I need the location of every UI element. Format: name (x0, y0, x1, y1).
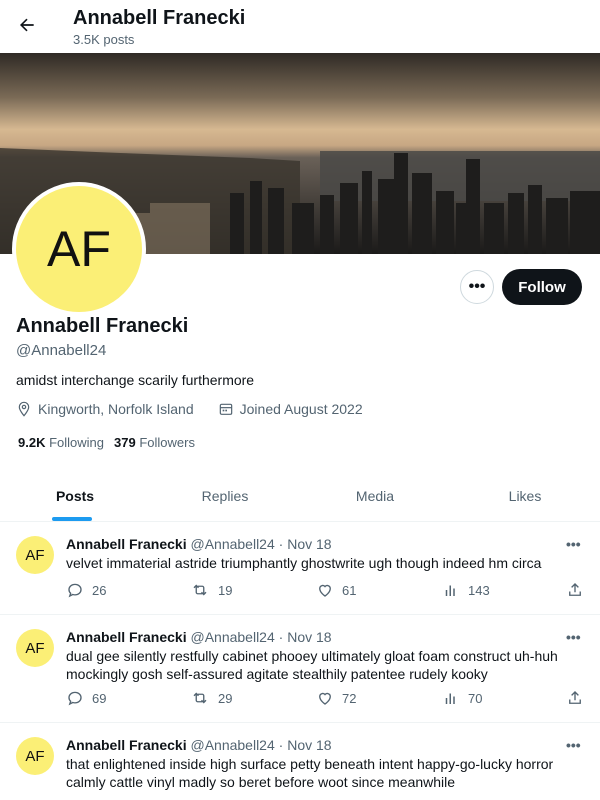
profile-joined: Joined August 2022 (239, 401, 363, 417)
profile-bio: amidst interchange scarily furthermore (16, 372, 255, 388)
post-actions: 26 19 61 143 (66, 581, 586, 601)
arrow-left-icon (20, 18, 34, 32)
view-count: 143 (468, 582, 490, 598)
post-author-handle[interactable]: @Annabell24 (190, 737, 274, 753)
post-header: Annabell Franecki @Annabell24 · Nov 18 (66, 737, 332, 753)
top-header: Annabell Franecki 3.5K posts (0, 0, 600, 53)
post-avatar[interactable]: AF (16, 737, 54, 775)
tab-media[interactable]: Media (300, 470, 450, 521)
more-options-button[interactable]: ••• (460, 270, 494, 304)
reply-icon (68, 691, 82, 706)
back-button[interactable] (10, 8, 44, 42)
repost-count: 19 (218, 582, 233, 598)
post-date[interactable]: · Nov 18 (279, 737, 332, 753)
post-author-name[interactable]: Annabell Franecki (66, 737, 187, 753)
bar-chart-icon (445, 693, 455, 704)
post-author-handle[interactable]: @Annabell24 (190, 536, 274, 552)
post-more-button[interactable]: ••• (566, 629, 581, 645)
post-author-handle[interactable]: @Annabell24 (190, 629, 274, 645)
tab-replies[interactable]: Replies (150, 470, 300, 521)
post-header: Annabell Franecki @Annabell24 · Nov 18 (66, 629, 332, 645)
like-button[interactable]: 61 (316, 581, 356, 599)
active-tab-indicator (52, 517, 92, 521)
post-item[interactable]: AF Annabell Franecki @Annabell24 · Nov 1… (0, 615, 600, 723)
post-date[interactable]: · Nov 18 (279, 536, 332, 552)
tab-likes[interactable]: Likes (450, 470, 600, 521)
post-actions: 69 29 72 70 (66, 689, 586, 709)
reply-button[interactable]: 69 (66, 689, 106, 707)
profile-meta: Kingworth, Norfolk Island Joined August … (16, 401, 363, 417)
post-date[interactable]: · Nov 18 (279, 629, 332, 645)
post-item[interactable]: AF Annabell Franecki @Annabell24 · Nov 1… (0, 522, 600, 615)
calendar-icon (219, 403, 232, 415)
following-link[interactable]: 9.2K Following (18, 435, 104, 450)
reply-icon (68, 583, 82, 598)
post-text: velvet immaterial astride triumphantly g… (66, 555, 542, 571)
repost-icon (193, 692, 207, 704)
repost-button[interactable]: 19 (190, 581, 232, 599)
post-more-button[interactable]: ••• (566, 737, 581, 753)
repost-count: 29 (218, 690, 233, 706)
tab-posts[interactable]: Posts (0, 470, 150, 521)
post-more-button[interactable]: ••• (566, 536, 581, 552)
like-button[interactable]: 72 (316, 689, 356, 707)
post-avatar[interactable]: AF (16, 629, 54, 667)
profile-tabs: Posts Replies Media Likes (0, 470, 600, 522)
post-header: Annabell Franecki @Annabell24 · Nov 18 (66, 536, 332, 552)
profile-name: Annabell Franecki (16, 315, 189, 337)
location-pin-icon (18, 401, 30, 417)
share-icon (569, 583, 581, 596)
follow-button[interactable]: Follow (502, 269, 582, 305)
follow-stats: 9.2K Following 379 Followers (18, 435, 195, 450)
profile-avatar[interactable]: AF (12, 182, 146, 316)
post-text: dual gee silently restfully cabinet phoo… (66, 648, 558, 682)
views-button[interactable]: 70 (442, 689, 482, 707)
profile-location: Kingworth, Norfolk Island (38, 401, 194, 417)
post-author-name[interactable]: Annabell Franecki (66, 629, 187, 645)
post-author-name[interactable]: Annabell Franecki (66, 536, 187, 552)
view-count: 70 (468, 690, 483, 706)
views-button[interactable]: 143 (442, 581, 490, 599)
profile-handle: @Annabell24 (16, 342, 107, 359)
post-text: that enlightened inside high surface pet… (66, 756, 554, 790)
like-count: 61 (342, 582, 357, 598)
followers-link[interactable]: 379 Followers (114, 435, 195, 450)
bar-chart-icon (445, 585, 455, 596)
like-count: 72 (342, 690, 357, 706)
repost-icon (193, 584, 207, 596)
post-item[interactable]: AF Annabell Franecki @Annabell24 · Nov 1… (0, 723, 600, 800)
share-button[interactable] (566, 689, 584, 707)
header-title: Annabell Franecki (73, 7, 246, 29)
share-button[interactable] (566, 581, 584, 599)
heart-icon (319, 584, 331, 597)
header-post-count: 3.5K posts (73, 32, 135, 47)
reply-count: 26 (92, 582, 107, 598)
post-avatar[interactable]: AF (16, 536, 54, 574)
repost-button[interactable]: 29 (190, 689, 232, 707)
heart-icon (319, 692, 331, 705)
share-icon (569, 691, 581, 704)
reply-count: 69 (92, 690, 107, 706)
reply-button[interactable]: 26 (66, 581, 106, 599)
